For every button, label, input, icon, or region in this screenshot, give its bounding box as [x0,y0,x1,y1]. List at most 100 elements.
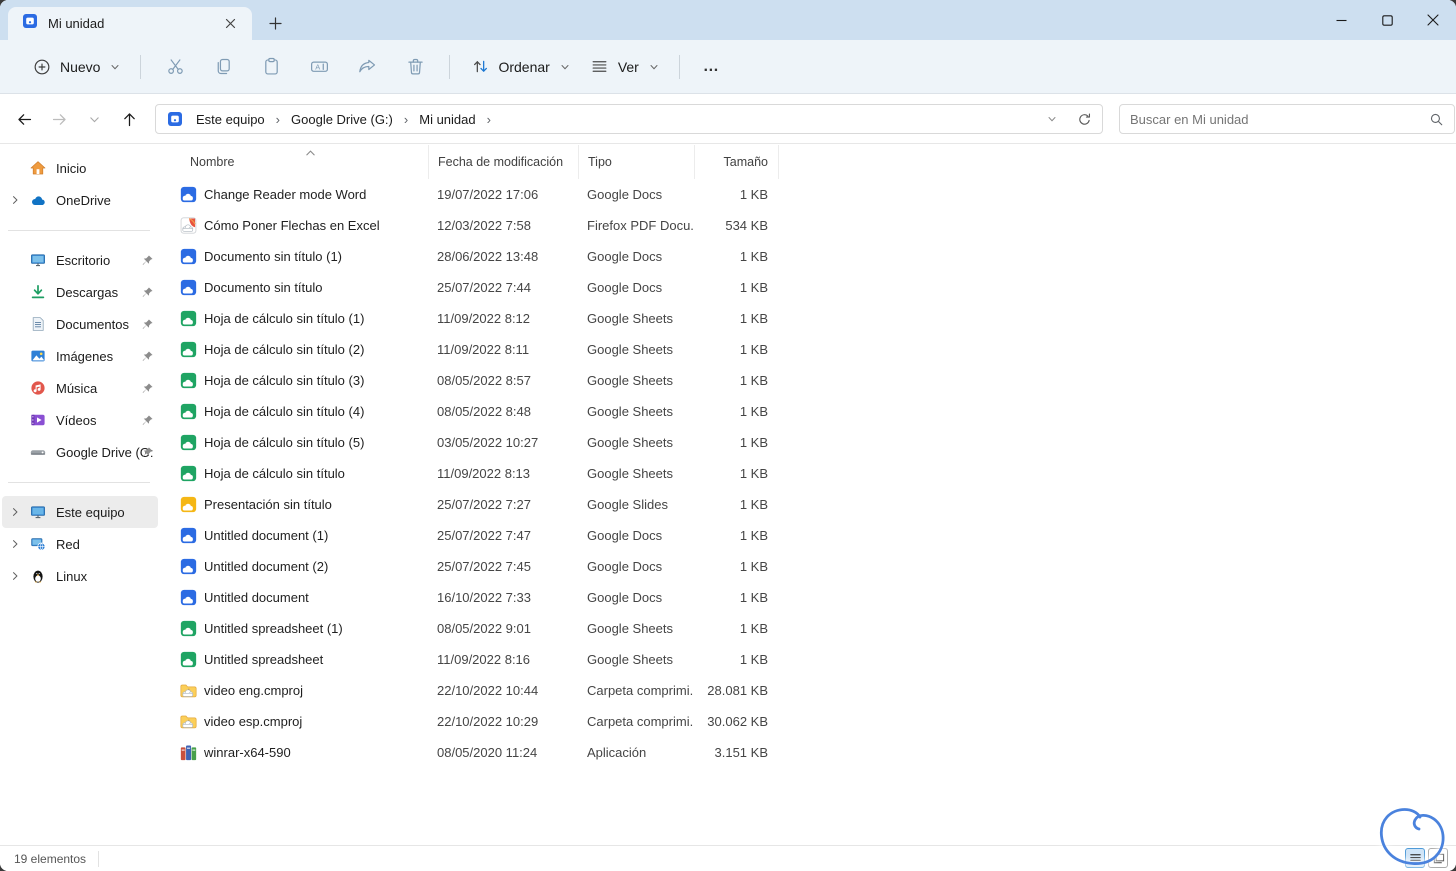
details-view-button[interactable] [1405,848,1425,868]
sort-button[interactable]: Ordenar [460,49,579,85]
file-row[interactable]: Untitled spreadsheet (1) 08/05/2022 9:01 G… [160,613,1456,644]
file-type: Google Sheets [587,652,674,667]
view-button[interactable]: Ver [580,49,669,85]
toolbar-separator [678,54,680,79]
file-row[interactable]: Hoja de cálculo sin título (4) 08/05/2022… [160,396,1456,427]
sidebar-item-im-genes[interactable]: Imágenes [2,340,158,372]
file-row[interactable]: Hoja de cálculo sin título (1) 11/09/2022… [160,303,1456,334]
sidebar-item-escritorio[interactable]: Escritorio [2,244,158,276]
file-date: 11/09/2022 8:11 [437,342,530,357]
file-size: 1 KB [739,249,768,264]
file-type: Google Sheets [587,404,674,419]
breadcrumb-chevron-icon[interactable]: › [271,112,285,127]
address-bar[interactable]: Este equipo › Google Drive (G:) › Mi unidad › [155,104,1103,134]
file-row[interactable]: Hoja de cálculo sin título 11/09/2022 8:1… [160,458,1456,489]
file-name: Documento sin título [204,280,323,295]
file-date: 19/07/2022 17:06 [437,187,539,202]
file-type: Google Docs [587,590,663,605]
file-row[interactable]: winrar-x64-590 08/05/2020 11:24 Aplicación… [160,737,1456,768]
file-row[interactable]: Documento sin título (1) 28/06/2022 13:48… [160,241,1456,272]
minimize-button[interactable] [1318,0,1364,40]
expand-chevron-icon[interactable] [2,570,28,582]
sidebar-item-linux[interactable]: Linux [2,560,158,592]
file-date: 25/07/2022 7:45 [437,559,531,574]
paste-button[interactable] [247,49,295,85]
gsheets-file-icon [180,465,197,482]
search-box[interactable] [1119,104,1455,134]
file-row[interactable]: video eng.cmproj 22/10/2022 10:44 Carpeta … [160,675,1456,706]
file-name: Documento sin título (1) [204,249,343,264]
delete-button[interactable] [391,49,439,85]
copy-button[interactable] [199,49,247,85]
recent-locations-button[interactable] [78,103,110,135]
file-row[interactable]: Untitled document (2) 25/07/2022 7:45 Goog… [160,551,1456,582]
breadcrumb-chevron-icon[interactable]: › [482,112,496,127]
file-name: Hoja de cálculo sin título (1) [204,311,365,326]
search-input[interactable] [1130,111,1429,127]
file-size: 1 KB [739,528,768,543]
file-row[interactable]: Change Reader mode Word 19/07/2022 17:06 G… [160,179,1456,210]
refresh-icon[interactable] [1072,107,1096,131]
expand-chevron-icon[interactable] [2,194,28,206]
address-dropdown-icon[interactable] [1040,107,1064,131]
file-size: 1 KB [739,404,768,419]
thumbnails-view-button[interactable] [1428,848,1448,868]
sidebar-item-m-sica[interactable]: Música [2,372,158,404]
sidebar-separator [8,482,150,483]
expand-chevron-icon[interactable] [2,506,28,518]
new-button[interactable]: Nuevo [22,49,130,85]
file-row[interactable]: Untitled document 16/10/2022 7:33 Google D… [160,582,1456,613]
home-icon [28,160,48,176]
sidebar-item-google-drive-g[interactable]: Google Drive (G: [2,436,158,468]
up-button[interactable] [113,103,145,135]
expand-chevron-icon[interactable] [2,538,28,550]
breadcrumb-item[interactable]: Este equipo [190,109,271,130]
search-icon[interactable] [1429,112,1444,127]
breadcrumb-item[interactable]: Mi unidad [413,109,481,130]
sidebar-item-onedrive[interactable]: OneDrive [2,184,158,216]
close-button[interactable] [1410,0,1456,40]
file-size: 1 KB [739,373,768,388]
file-row[interactable]: Hoja de cálculo sin título (3) 08/05/2022… [160,365,1456,396]
file-row[interactable]: Cómo Poner Flechas en Excel 12/03/2022 7:… [160,210,1456,241]
gsheets-file-icon [180,310,197,327]
file-row[interactable]: Untitled document (1) 25/07/2022 7:47 Goog… [160,520,1456,551]
breadcrumb-chevron-icon[interactable]: › [399,112,413,127]
file-date: 12/03/2022 7:58 [437,218,531,233]
column-header-type[interactable]: Tipo [578,145,694,179]
file-size: 28.081 KB [707,683,768,698]
file-date: 08/05/2022 8:57 [437,373,531,388]
share-button[interactable] [343,49,391,85]
cut-button[interactable] [151,49,199,85]
sidebar-item-v-deos[interactable]: Vídeos [2,404,158,436]
file-row[interactable]: Hoja de cálculo sin título (2) 11/09/2022… [160,334,1456,365]
sidebar-item-label: OneDrive [56,192,111,208]
back-button[interactable] [8,103,40,135]
delete-icon [404,56,426,78]
tab-close-icon[interactable] [218,12,242,36]
new-plus-icon [31,56,53,78]
sidebar-item-documentos[interactable]: Documentos [2,308,158,340]
file-row[interactable]: Presentación sin título 25/07/2022 7:27 Go… [160,489,1456,520]
file-row[interactable]: Hoja de cálculo sin título (5) 03/05/2022… [160,427,1456,458]
file-type: Google Sheets [587,466,674,481]
sidebar-item-descargas[interactable]: Descargas [2,276,158,308]
sidebar-item-red[interactable]: Red [2,528,158,560]
column-header-date[interactable]: Fecha de modificación [428,145,578,179]
breadcrumb-item[interactable]: Google Drive (G:) [285,109,399,130]
more-options-button[interactable]: … [690,58,734,76]
column-header-name[interactable]: Nombre [160,145,428,179]
explorer-tab[interactable]: Mi unidad [8,7,252,40]
chevron-down-icon [109,61,121,73]
column-header-size[interactable]: Tamaño [694,145,778,179]
file-row[interactable]: Untitled spreadsheet 11/09/2022 8:16 Googl… [160,644,1456,675]
forward-button[interactable] [43,103,75,135]
file-row[interactable]: video esp.cmproj 22/10/2022 10:29 Carpeta … [160,706,1456,737]
rename-button[interactable]: A [295,49,343,85]
new-tab-button[interactable] [262,10,288,36]
maximize-button[interactable] [1364,0,1410,40]
sidebar-item-este-equipo[interactable]: Este equipo [2,496,158,528]
file-row[interactable]: Documento sin título 25/07/2022 7:44 Googl… [160,272,1456,303]
sidebar-item-inicio[interactable]: Inicio [2,152,158,184]
pin-icon [141,382,154,395]
